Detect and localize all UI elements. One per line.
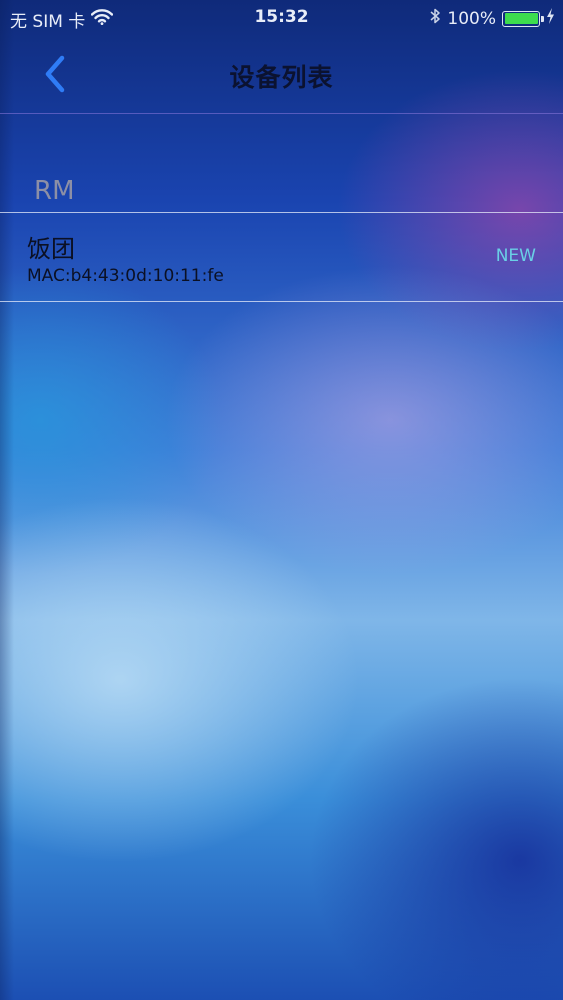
edge-shadow xyxy=(0,0,14,1000)
battery-level-fill xyxy=(504,13,538,24)
device-list-item[interactable]: 饭团 MAC:b4:43:0d:10:11:fe NEW xyxy=(0,212,563,302)
charging-icon xyxy=(546,8,555,29)
new-badge: NEW xyxy=(495,246,536,266)
device-mac-address: MAC:b4:43:0d:10:11:fe xyxy=(27,266,224,286)
battery-icon xyxy=(502,10,544,27)
device-list-screen: 无 SIM 卡 15:32 100% 设备列表 RM 饭团 MAC:b4:43:… xyxy=(0,0,563,1000)
bluetooth-icon xyxy=(429,7,441,30)
battery-tip xyxy=(541,15,544,22)
page-title: 设备列表 xyxy=(229,63,334,92)
status-bar: 无 SIM 卡 15:32 100% xyxy=(0,0,563,36)
section-header: RM xyxy=(34,176,75,206)
navigation-bar: 设备列表 xyxy=(0,36,563,114)
status-right-group: 100% xyxy=(429,7,555,30)
battery-percent: 100% xyxy=(447,8,496,29)
device-list: 饭团 MAC:b4:43:0d:10:11:fe NEW xyxy=(0,212,563,302)
device-name: 饭团 xyxy=(27,235,75,263)
